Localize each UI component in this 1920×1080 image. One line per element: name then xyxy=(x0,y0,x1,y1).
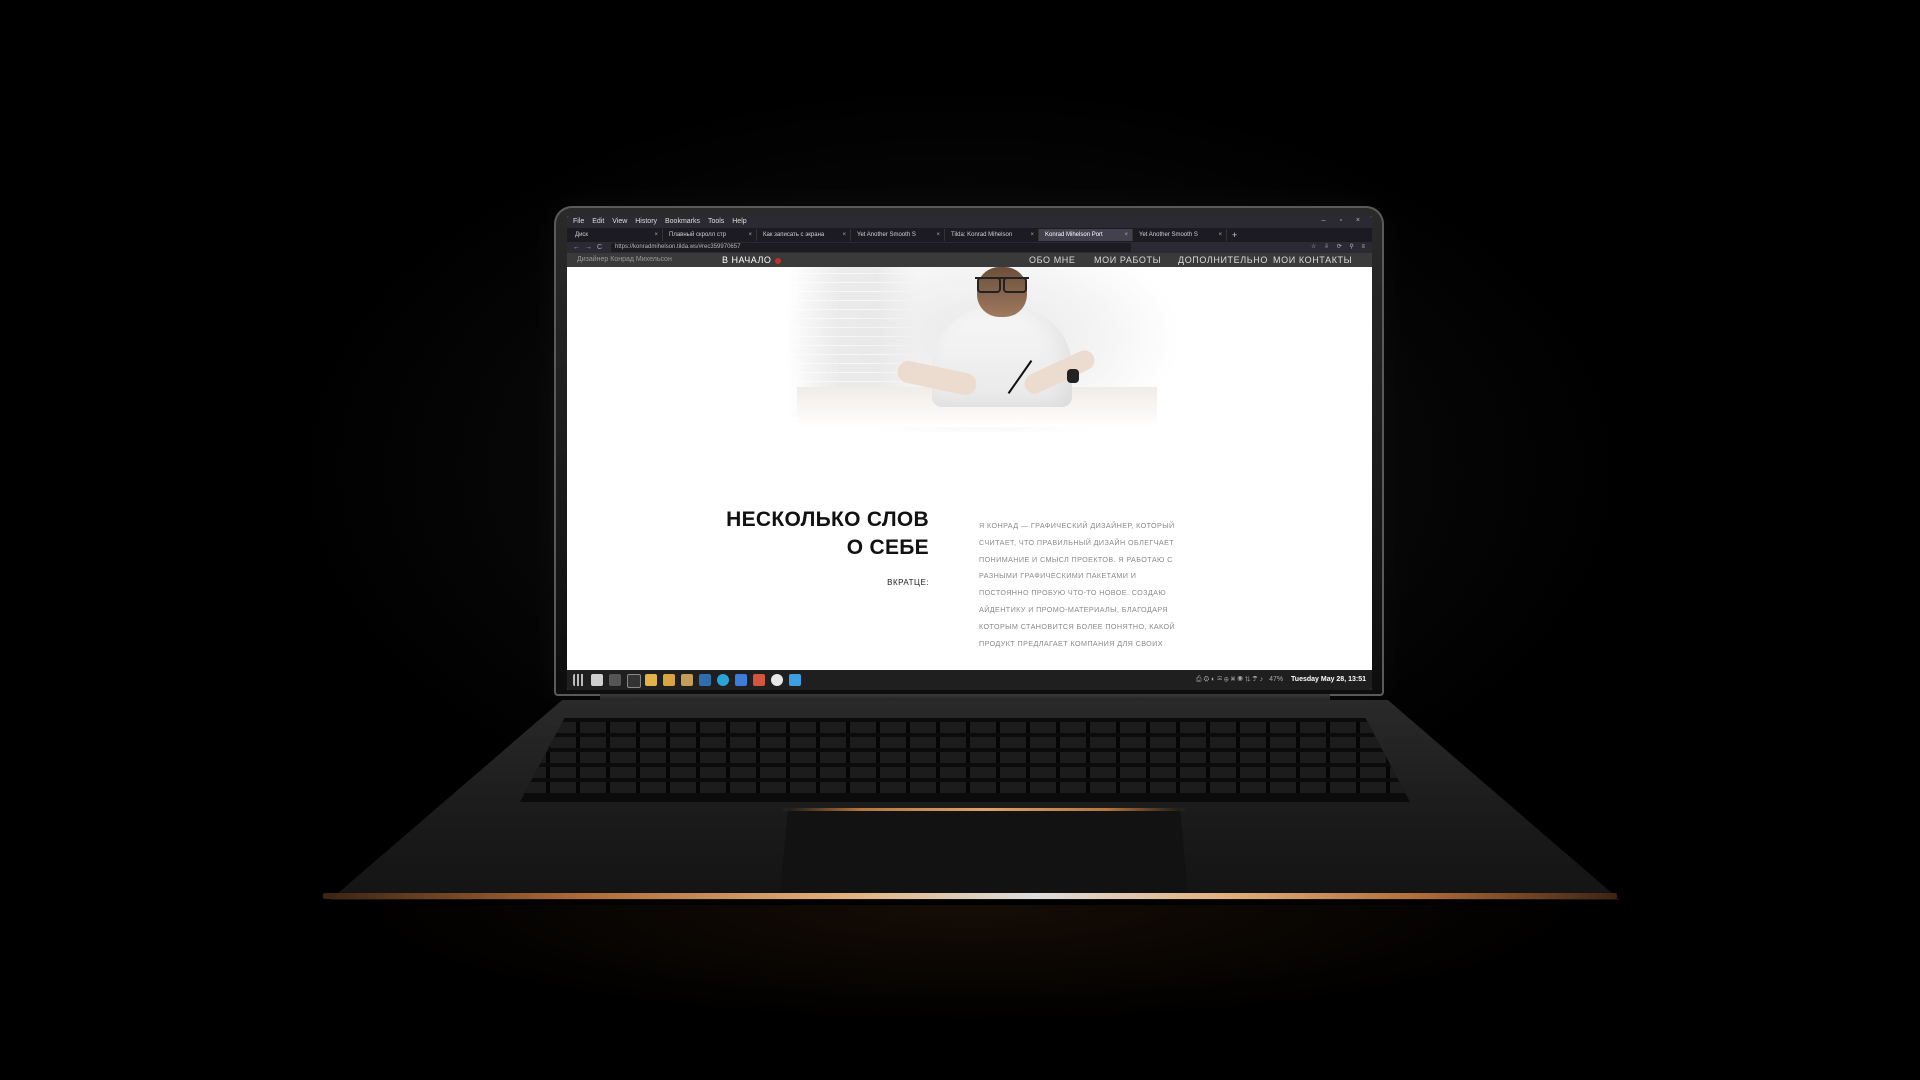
keyboard xyxy=(520,718,1410,802)
app-icon[interactable] xyxy=(753,674,765,686)
tray-icons[interactable]: ⎙ ⚙ ◐ ✉ ⊕ ⌘ ◉ ⇅ ☂ ♪ xyxy=(1196,676,1263,683)
menu-file[interactable]: File xyxy=(573,218,584,225)
browser-tab-active[interactable]: Konrad Mihelson Port × xyxy=(1039,229,1133,241)
menu-view[interactable]: View xyxy=(612,218,627,225)
tab-close-icon[interactable]: × xyxy=(1030,229,1034,241)
tab-label: Диск xyxy=(575,232,589,238)
laptop-copper-edge xyxy=(323,893,1617,899)
key-row xyxy=(520,782,1410,793)
surface-reflection xyxy=(340,905,1600,1025)
browser-tab[interactable]: Tilda: Konrad Mihelson × xyxy=(945,229,1039,241)
desktop-icon[interactable] xyxy=(591,674,603,686)
tab-close-icon[interactable]: × xyxy=(654,229,658,241)
key-row xyxy=(520,737,1410,748)
watch-icon xyxy=(1067,369,1079,383)
tab-label: Yet Another Smooth S xyxy=(857,232,916,238)
window-controls[interactable]: – ▫ × xyxy=(1322,217,1366,224)
browser-tab-bar: Диск × Плавный скролл стр × Как записать с… xyxy=(567,228,1372,242)
tab-label: Tilda: Konrad Mihelson xyxy=(951,232,1013,238)
laptop-screen: File Edit View History Bookmarks Tools H… xyxy=(567,216,1372,690)
nav-about[interactable]: ОБО МНЕ xyxy=(1029,253,1076,267)
key-row xyxy=(520,767,1410,778)
key-row xyxy=(520,722,1410,733)
tab-close-icon[interactable]: × xyxy=(842,229,846,241)
red-dot-icon xyxy=(775,257,782,264)
clock[interactable]: Tuesday May 28, 13:51 xyxy=(1291,676,1366,683)
tab-close-icon[interactable]: × xyxy=(936,229,940,241)
browser-tab[interactable]: Как записать с экрана × xyxy=(757,229,851,241)
menu-tools[interactable]: Tools xyxy=(708,218,724,225)
nav-contacts[interactable]: МОИ КОНТАКТЫ xyxy=(1273,253,1352,267)
back-button[interactable]: ← xyxy=(573,242,580,253)
browser-tab[interactable]: Диск × xyxy=(569,229,663,241)
menu-edit[interactable]: Edit xyxy=(592,218,604,225)
address-bar[interactable]: https://konradmihelson.tilda.ws/#rec3599… xyxy=(611,243,1131,252)
terminal-icon[interactable] xyxy=(627,674,641,688)
forward-button[interactable]: → xyxy=(585,242,592,253)
workspace-icon[interactable] xyxy=(609,674,621,686)
tab-close-icon[interactable]: × xyxy=(1124,229,1128,241)
home-link[interactable]: В НАЧАЛО xyxy=(722,253,782,267)
browser-tab[interactable]: Yet Another Smooth S × xyxy=(851,229,945,241)
media-icon[interactable] xyxy=(771,674,783,686)
shield-icon[interactable] xyxy=(789,674,801,686)
browser-tab[interactable]: Плавный скролл стр × xyxy=(663,229,757,241)
battery-level[interactable]: 47% xyxy=(1269,676,1283,683)
menu-history[interactable]: History xyxy=(635,218,657,225)
browser-tab[interactable]: Yet Another Smooth S × xyxy=(1133,229,1227,241)
glasses-icon xyxy=(975,277,1029,293)
tab-label: Как записать с экрана xyxy=(763,232,825,238)
hero-designer-image xyxy=(787,267,1177,432)
code-editor-icon[interactable] xyxy=(699,674,711,686)
browser-nav-bar: ← → C https://konradmihelson.tilda.ws/#r… xyxy=(567,242,1372,253)
menu-bookmarks[interactable]: Bookmarks xyxy=(665,218,700,225)
browser-icon[interactable] xyxy=(735,674,747,686)
trackpad-edge xyxy=(780,808,1188,811)
telegram-icon[interactable] xyxy=(717,674,729,686)
folder-icon[interactable] xyxy=(645,674,657,686)
menu-help[interactable]: Help xyxy=(732,218,746,225)
tab-label: Плавный скролл стр xyxy=(669,232,726,238)
about-heading: НЕСКОЛЬКО СЛОВ О СЕБЕ xyxy=(667,506,929,562)
browser-menu-bar: File Edit View History Bookmarks Tools H… xyxy=(567,216,1372,228)
about-body-text: Я Конрад — графический дизайнер, который… xyxy=(979,521,1176,648)
key-row xyxy=(520,752,1410,763)
toolbar-icons[interactable]: ☆ ⇩ ⟳ ⚲ ≡ xyxy=(1311,243,1368,250)
apps-grid-icon[interactable] xyxy=(573,674,585,686)
about-heading-line2: О СЕБЕ xyxy=(846,536,929,559)
reload-button[interactable]: C xyxy=(597,242,602,253)
site-logo[interactable]: Дизайнер Конрад Михельсон xyxy=(577,253,672,267)
tab-label: Konrad Mihelson Port xyxy=(1045,232,1103,238)
files-icon[interactable] xyxy=(663,674,675,686)
home-link-label: В НАЧАЛО xyxy=(722,255,772,265)
nav-extra[interactable]: ДОПОЛНИТЕЛЬНО xyxy=(1178,253,1268,267)
os-taskbar: ⎙ ⚙ ◐ ✉ ⊕ ⌘ ◉ ⇅ ☂ ♪ 47% Tuesday May 28, … xyxy=(567,670,1372,690)
tab-label: Yet Another Smooth S xyxy=(1139,232,1198,238)
trackpad xyxy=(780,808,1188,892)
new-tab-button[interactable]: + xyxy=(1232,228,1237,242)
archive-icon[interactable] xyxy=(681,674,693,686)
tab-close-icon[interactable]: × xyxy=(1218,229,1222,241)
about-heading-line1: НЕСКОЛЬКО СЛОВ xyxy=(726,508,929,531)
dark-background: File Edit View History Bookmarks Tools H… xyxy=(0,0,1920,1080)
nav-works[interactable]: МОИ РАБОТЫ xyxy=(1094,253,1161,267)
about-subtitle: ВКРАТЦЕ: xyxy=(887,578,929,587)
site-header: Дизайнер Конрад Михельсон В НАЧАЛО ОБО М… xyxy=(567,253,1372,267)
system-tray: ⎙ ⚙ ◐ ✉ ⊕ ⌘ ◉ ⇅ ☂ ♪ 47% Tuesday May 28, … xyxy=(1192,670,1366,690)
tab-close-icon[interactable]: × xyxy=(748,229,752,241)
